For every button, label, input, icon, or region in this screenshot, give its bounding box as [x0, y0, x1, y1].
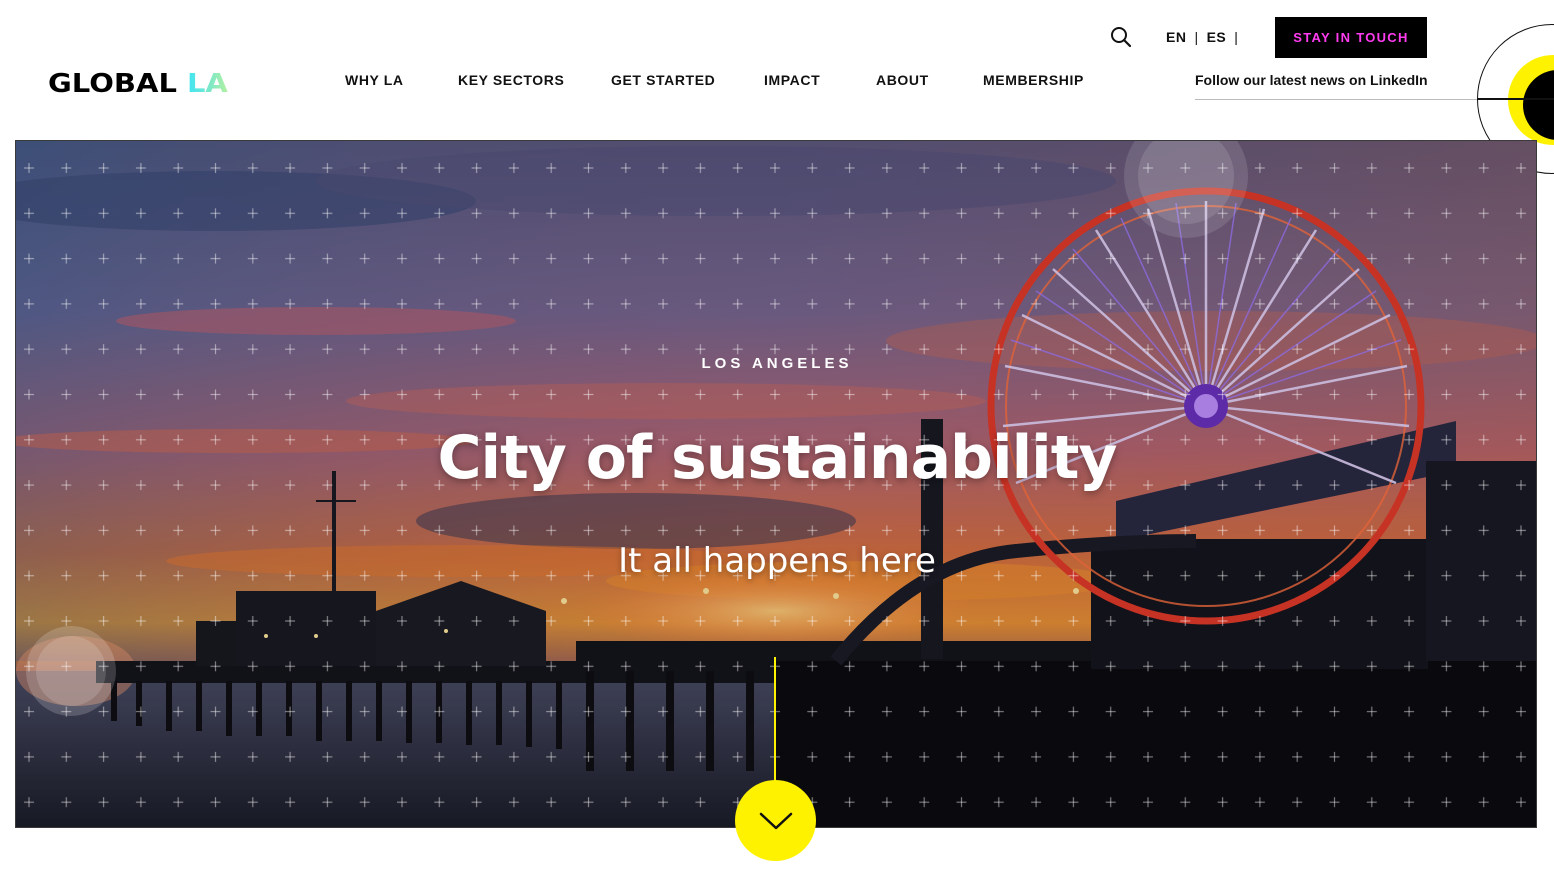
- lang-en[interactable]: EN: [1166, 29, 1186, 45]
- nav-item-why-la[interactable]: WHY LA: [345, 72, 404, 88]
- stay-in-touch-button[interactable]: STAY IN TOUCH: [1275, 17, 1427, 58]
- scroll-indicator-line: [774, 657, 776, 787]
- linkedin-link[interactable]: Follow our latest news on LinkedIn: [1195, 72, 1428, 88]
- global-la-logo[interactable]: GLOBAL LA: [48, 66, 228, 100]
- logo-word-global: GLOBAL: [48, 67, 177, 99]
- lang-separator: |: [1234, 29, 1239, 45]
- chevron-down-icon: [759, 812, 792, 829]
- hero-eyebrow: LOS ANGELES: [701, 355, 853, 372]
- nav-item-impact[interactable]: IMPACT: [764, 72, 820, 88]
- nav-item-get-started[interactable]: GET STARTED: [611, 72, 715, 88]
- lang-es[interactable]: ES: [1207, 29, 1227, 45]
- nav-item-membership[interactable]: MEMBERSHIP: [983, 72, 1084, 88]
- scroll-down-button[interactable]: [735, 780, 816, 861]
- decorative-line: [1478, 98, 1554, 100]
- hero-title: City of sustainability: [437, 423, 1117, 493]
- hero-subtitle: It all happens here: [618, 541, 936, 581]
- nav-item-key-sectors[interactable]: KEY SECTORS: [458, 72, 564, 88]
- nav-item-about[interactable]: ABOUT: [876, 72, 929, 88]
- logo-word-la: LA: [186, 67, 228, 99]
- linkedin-underline: [1195, 99, 1495, 100]
- lang-separator: |: [1194, 29, 1199, 45]
- search-icon[interactable]: [1110, 26, 1132, 48]
- hero-banner: LOS ANGELES City of sustainability It al…: [15, 140, 1537, 828]
- language-switcher: EN | ES |: [1166, 29, 1246, 45]
